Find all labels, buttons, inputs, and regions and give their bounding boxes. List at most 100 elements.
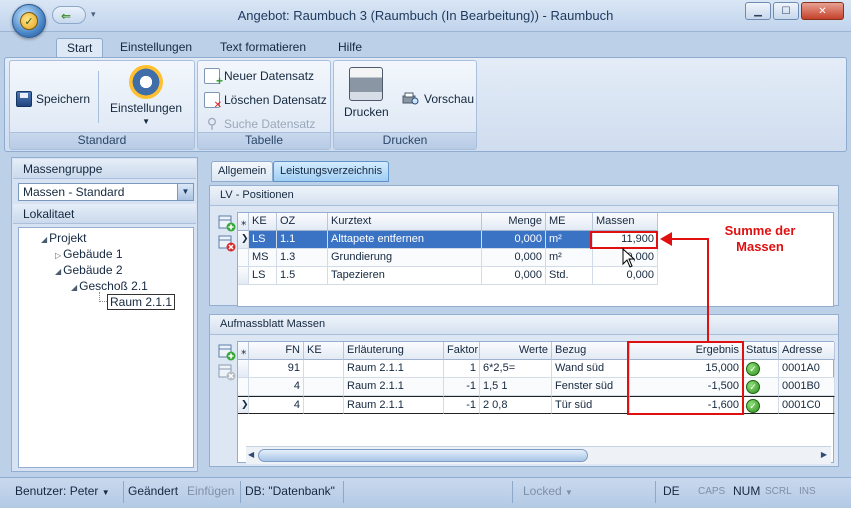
col-header-massen[interactable]: Massen bbox=[593, 213, 658, 231]
scroll-indicator: SCRL bbox=[765, 486, 792, 497]
group-label: Tabelle bbox=[198, 132, 330, 149]
massengruppe-value: Massen - Standard bbox=[23, 185, 125, 199]
tree-node-gebaeude-2[interactable]: ◢ Gebäude 2 bbox=[55, 263, 123, 277]
tab-text-formatieren[interactable]: Text formatieren bbox=[210, 38, 316, 58]
ribbon: Speichern Einstellungen ▼ Standard Neuer… bbox=[4, 57, 847, 152]
delete-row-icon[interactable] bbox=[218, 234, 236, 252]
tree-expanded-icon[interactable]: ◢ bbox=[55, 267, 61, 276]
save-icon bbox=[16, 91, 32, 107]
status-ok-icon: ✓ bbox=[746, 399, 760, 413]
highlight-massen-box bbox=[590, 231, 658, 249]
col-header-bezug[interactable]: Bezug bbox=[552, 342, 630, 360]
search-record-button[interactable]: ⚲ Suche Datensatz bbox=[204, 115, 316, 132]
chevron-down-icon[interactable]: ▼ bbox=[565, 488, 573, 497]
print-button[interactable]: Drucken bbox=[344, 67, 389, 119]
scroll-right-icon[interactable]: ▶ bbox=[821, 450, 827, 459]
col-header-status[interactable]: Status bbox=[743, 342, 779, 360]
caps-indicator: CAPS bbox=[698, 486, 726, 497]
new-record-icon bbox=[204, 68, 223, 88]
app-logo-icon: ✓ bbox=[20, 12, 38, 30]
tree-collapsed-icon[interactable]: ▷ bbox=[55, 251, 61, 260]
tree-expanded-icon[interactable]: ◢ bbox=[71, 283, 77, 292]
application-menu-button[interactable]: ✓ bbox=[12, 4, 46, 38]
status-ok-icon: ✓ bbox=[746, 380, 760, 394]
col-header-kurztext[interactable]: Kurztext bbox=[328, 213, 482, 231]
user-menu[interactable]: Benutzer: Peter ▼ bbox=[15, 484, 110, 498]
lv-positions-title: LV - Positionen bbox=[210, 186, 838, 206]
status-bar: Benutzer: Peter ▼ Geändert Einfügen DB: … bbox=[0, 477, 851, 508]
grid-corner-icon: ⁎ bbox=[238, 213, 249, 231]
separator bbox=[98, 71, 99, 123]
tree-expanded-icon[interactable]: ◢ bbox=[41, 235, 47, 244]
close-button[interactable]: ✕ bbox=[801, 2, 844, 20]
delete-record-button[interactable]: Löschen Datensatz bbox=[204, 92, 327, 111]
search-icon: ⚲ bbox=[206, 115, 218, 131]
group-label: Drucken bbox=[334, 132, 476, 149]
col-header-fn[interactable]: FN bbox=[249, 342, 304, 360]
annotation-label: Summe der Massen bbox=[724, 223, 796, 254]
lock-status[interactable]: Locked ▼ bbox=[523, 484, 573, 498]
chevron-down-icon: ▼ bbox=[142, 117, 150, 126]
group-tabelle: Neuer Datensatz Löschen Datensatz ⚲ Such… bbox=[197, 60, 331, 150]
col-header-oz[interactable]: OZ bbox=[277, 213, 328, 231]
num-indicator: NUM bbox=[733, 484, 761, 498]
settings-button[interactable]: Einstellungen ▼ bbox=[110, 65, 182, 126]
massengruppe-header: Massengruppe bbox=[13, 159, 196, 179]
table-row[interactable]: LS 1.5 Tapezieren 0,000 Std. 0,000 bbox=[238, 267, 833, 285]
aufmass-grid: ⁎ FN KE Erläuterung Faktor Werte Bezug E… bbox=[237, 341, 835, 463]
group-drucken: Drucken Vorschau Drucken bbox=[333, 60, 477, 150]
minimize-button[interactable]: ▁ bbox=[745, 2, 771, 20]
left-panel: Massengruppe Massen - Standard ▼ Lokalit… bbox=[11, 157, 198, 472]
aufmassblatt-title: Aufmassblatt Massen bbox=[210, 315, 838, 335]
save-button[interactable]: Speichern bbox=[16, 91, 90, 107]
tree-node-projekt[interactable]: ◢ Projekt bbox=[41, 231, 87, 245]
col-header-ke[interactable]: KE bbox=[249, 213, 277, 231]
changed-status: Geändert bbox=[128, 484, 179, 498]
status-ok-icon: ✓ bbox=[746, 362, 760, 376]
tree-node-gebaeude-1[interactable]: ▷ Gebäude 1 bbox=[55, 247, 123, 261]
add-row-icon[interactable] bbox=[218, 343, 236, 361]
col-header-me[interactable]: ME bbox=[546, 213, 593, 231]
window-title: Angebot: Raumbuch 3 (Raumbuch (In Bearbe… bbox=[237, 8, 614, 23]
tab-start[interactable]: Start bbox=[56, 38, 104, 58]
print-preview-icon bbox=[402, 91, 420, 107]
col-header-erlaeuterung[interactable]: Erläuterung bbox=[344, 342, 444, 360]
col-header-ke[interactable]: KE bbox=[304, 342, 344, 360]
tab-allgemein[interactable]: Allgemein bbox=[211, 161, 274, 182]
row-indicator-icon: ❯ bbox=[238, 396, 249, 414]
insert-status: Einfügen bbox=[187, 484, 235, 498]
preview-button[interactable]: Vorschau bbox=[402, 91, 474, 107]
aufmassblatt-panel: Aufmassblatt Massen ⁎ FN KE Erläuterung … bbox=[209, 314, 839, 467]
gear-icon bbox=[129, 65, 164, 99]
col-header-faktor[interactable]: Faktor bbox=[444, 342, 480, 360]
delete-record-icon bbox=[204, 92, 222, 111]
scrollbar-thumb[interactable] bbox=[258, 449, 588, 462]
delete-row-icon[interactable] bbox=[218, 363, 236, 381]
tree-node-raum-2-1-1[interactable]: Raum 2.1.1 bbox=[107, 294, 176, 310]
insert-indicator: INS bbox=[799, 486, 816, 497]
title-bar: ⇐ ▾ Angebot: Raumbuch 3 (Raumbuch (In Be… bbox=[0, 0, 851, 32]
add-row-icon[interactable] bbox=[218, 214, 236, 232]
col-header-menge[interactable]: Menge bbox=[482, 213, 546, 231]
massengruppe-select[interactable]: Massen - Standard ▼ bbox=[18, 183, 194, 201]
new-record-button[interactable]: Neuer Datensatz bbox=[204, 68, 314, 88]
database-status: DB: "Datenbank" bbox=[245, 484, 335, 498]
group-standard: Speichern Einstellungen ▼ Standard bbox=[9, 60, 195, 150]
maximize-button[interactable]: ☐ bbox=[773, 2, 799, 20]
col-header-adresse[interactable]: Adresse bbox=[779, 342, 835, 360]
row-indicator-icon: ❯ bbox=[238, 231, 249, 249]
scroll-left-icon[interactable]: ◀ bbox=[248, 450, 254, 459]
col-header-werte[interactable]: Werte bbox=[480, 342, 552, 360]
tree-node-geschoss-2-1[interactable]: ◢ Geschoß 2.1 bbox=[71, 279, 148, 293]
horizontal-scrollbar[interactable]: ◀ ▶ bbox=[246, 446, 831, 464]
tab-einstellungen[interactable]: Einstellungen bbox=[110, 38, 202, 58]
chevron-down-icon[interactable]: ▼ bbox=[177, 184, 193, 200]
tab-leistungsverzeichnis[interactable]: Leistungsverzeichnis bbox=[273, 161, 390, 182]
mouse-cursor-icon bbox=[622, 248, 636, 268]
language-status: DE bbox=[663, 484, 680, 498]
window-controls: ▁ ☐ ✕ bbox=[745, 2, 844, 20]
tab-hilfe[interactable]: Hilfe bbox=[328, 38, 372, 58]
chevron-down-icon[interactable]: ▼ bbox=[102, 488, 110, 497]
printer-icon bbox=[349, 67, 384, 101]
lokalitaet-header: Lokalitaet bbox=[13, 204, 196, 224]
